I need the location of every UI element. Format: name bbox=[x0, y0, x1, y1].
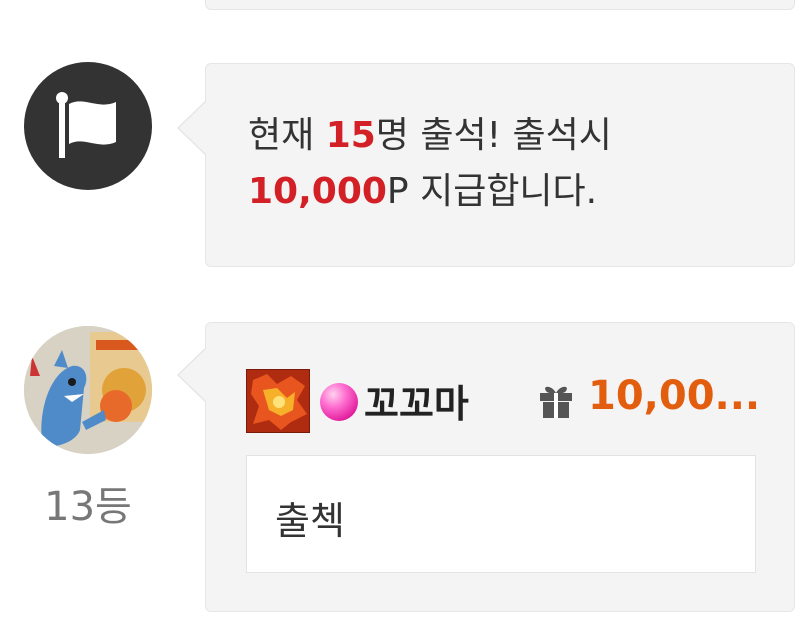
previous-message-bubble bbox=[205, 0, 795, 10]
gift-points: 10,00... bbox=[588, 373, 761, 419]
level-badge-icon bbox=[246, 369, 310, 433]
user-header: 꼬꼬마 10,00... bbox=[246, 369, 766, 433]
username[interactable]: 꼬꼬마 bbox=[364, 373, 469, 428]
flag-icon bbox=[24, 62, 152, 190]
attendance-rank: 13등 bbox=[44, 484, 132, 530]
attendance-notice-text: 현재 15명 출석! 출석시 10,000P 지급합니다. bbox=[248, 108, 612, 220]
user-avatar[interactable] bbox=[24, 326, 152, 454]
comment-box: 출첵 bbox=[246, 455, 756, 573]
notice-line1-suffix: 명 출석! 출석시 bbox=[375, 115, 612, 156]
notice-prefix: 현재 bbox=[248, 115, 326, 156]
notice-line-2: 10,000P 지급합니다. bbox=[248, 164, 612, 220]
notice-line-1: 현재 15명 출석! 출석시 bbox=[248, 108, 612, 164]
attendee-count: 15 bbox=[325, 115, 376, 156]
attendance-feed: 현재 15명 출석! 출석시 10,000P 지급합니다. 13등 꼬꼬마 10… bbox=[0, 0, 800, 624]
notice-line2-suffix: P 지급합니다. bbox=[386, 171, 598, 212]
pink-gem-icon bbox=[320, 383, 358, 421]
gift-icon bbox=[536, 381, 576, 421]
reward-points: 10,000 bbox=[248, 171, 387, 212]
comment-text: 출첵 bbox=[275, 499, 345, 543]
user-comment-bubble: 꼬꼬마 10,00... 출첵 bbox=[177, 322, 795, 612]
attendance-notice-bubble: 현재 15명 출석! 출석시 10,000P 지급합니다. bbox=[177, 63, 795, 267]
